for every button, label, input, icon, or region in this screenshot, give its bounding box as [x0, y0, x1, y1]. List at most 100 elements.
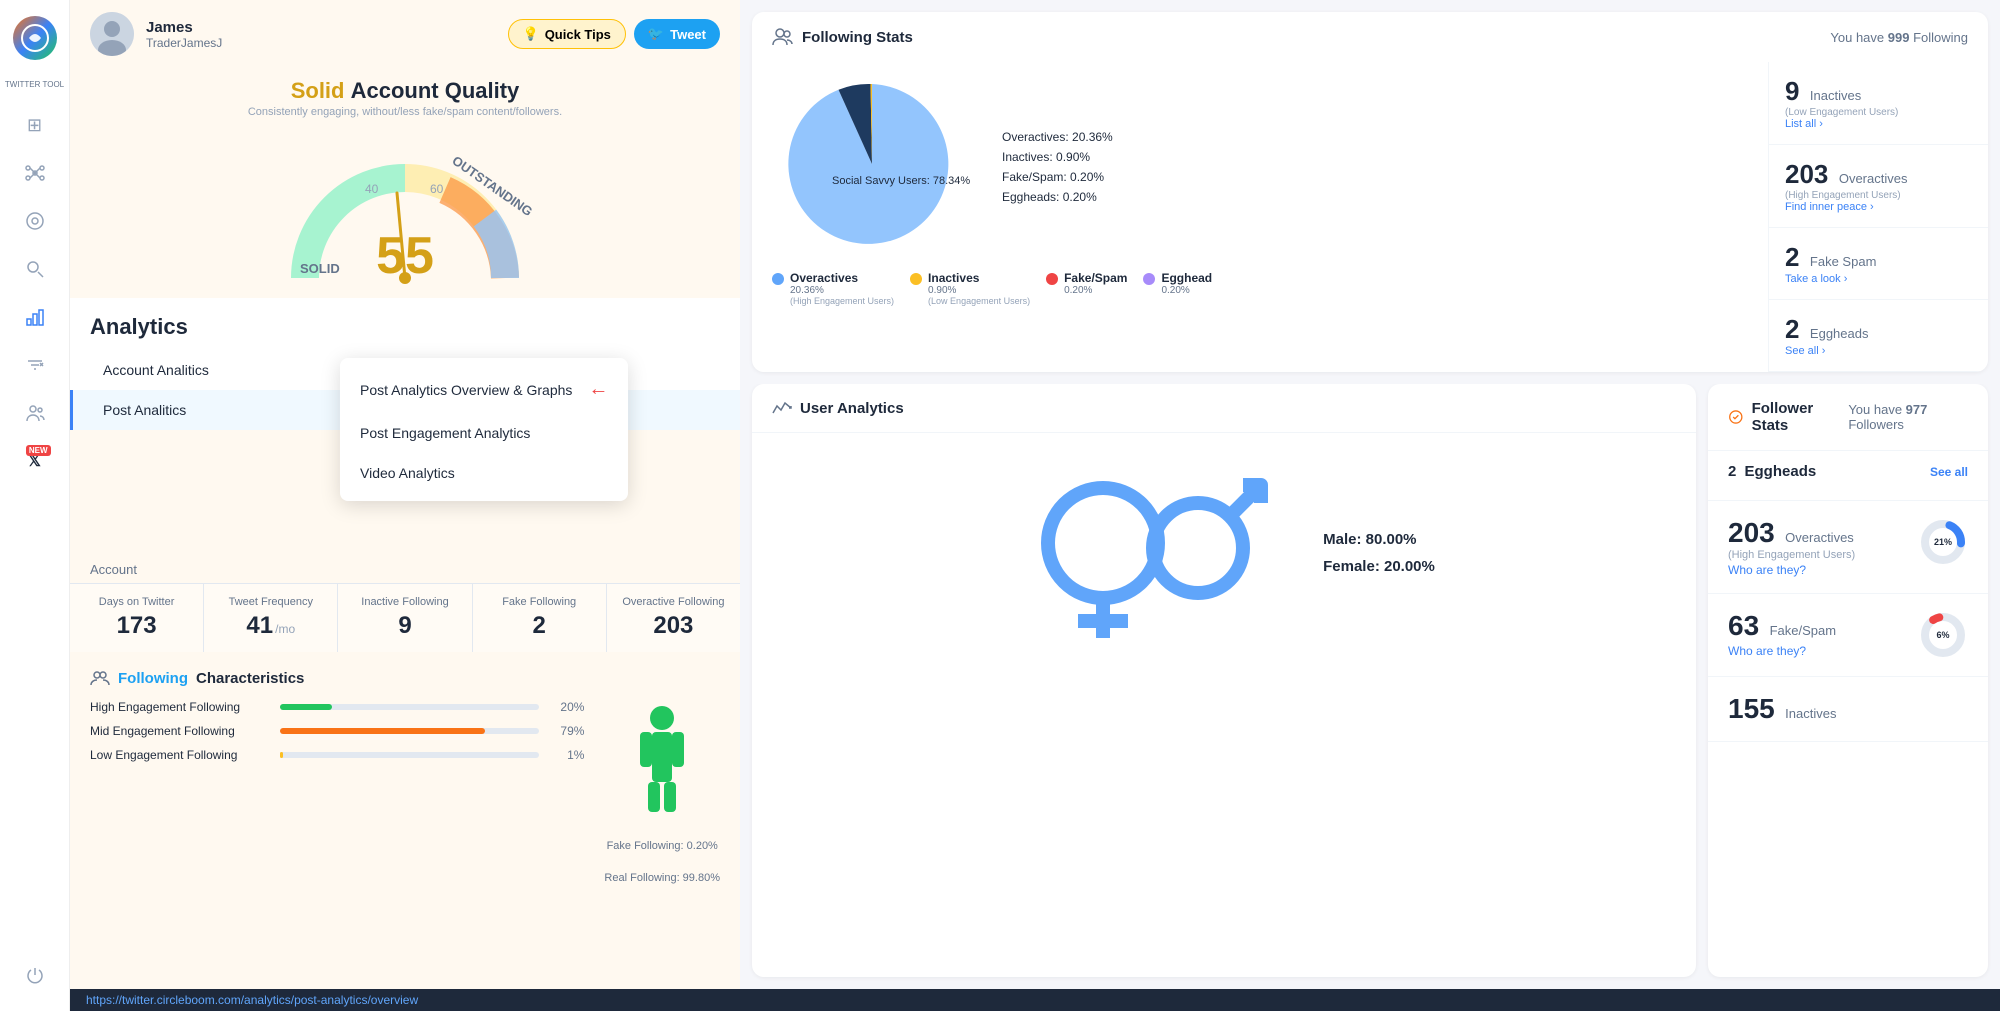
char-header: Following Characteristics — [90, 668, 720, 688]
user-handle: TraderJamesJ — [146, 36, 496, 50]
stat-days-on-twitter: Days on Twitter 173 — [70, 584, 203, 652]
following-stats-icon — [772, 26, 794, 48]
fs-stat-fake: 2 Fake Spam Take a look › — [1769, 228, 1988, 300]
left-panel: James TraderJamesJ 💡 Quick Tips 🐦 Tweet — [70, 0, 740, 989]
legend-pct-fake: 0.20% — [1064, 285, 1127, 296]
char-row-mid: Mid Engagement Following 79% — [90, 724, 584, 738]
pie-legend-fake: Fake/Spam: 0.20% — [1002, 170, 1113, 184]
gauge-chart: SOLID OUTSTANDING 40 60 55 — [245, 118, 565, 298]
stats-bar-title: Account — [70, 550, 740, 583]
fs-stat-link-fake[interactable]: Take a look › — [1785, 273, 1972, 285]
top-buttons: 💡 Quick Tips 🐦 Tweet — [508, 19, 721, 49]
sidebar-item-search[interactable] — [15, 249, 55, 289]
legend-inactives: Inactives 0.90% (Low Engagement Users) — [910, 271, 1030, 306]
following-stats-count: You have 999 Following — [1830, 30, 1968, 45]
legend-fake: Fake/Spam 0.20% — [1046, 271, 1127, 306]
tweet-button[interactable]: 🐦 Tweet — [634, 19, 720, 49]
sidebar-item-dashboard[interactable]: ⊞ — [15, 105, 55, 145]
fsr-link-fake[interactable]: Who are they? — [1728, 644, 1898, 658]
legend-pct-overactives: 20.36% — [790, 285, 894, 296]
real-label: Real Following: 99.80% — [604, 872, 720, 884]
char-bar-bg-mid — [280, 728, 539, 734]
svg-text:55: 55 — [376, 227, 434, 285]
following-stats-body: Social Savvy Users: 78.34% Overactives: … — [752, 62, 1988, 372]
pie-chart-svg: Social Savvy Users: 78.34% — [772, 74, 972, 254]
dropdown-label-engagement: Post Engagement Analytics — [360, 425, 530, 441]
sidebar-item-people[interactable] — [15, 393, 55, 433]
stat-label-overactive: Overactive Following — [617, 596, 730, 608]
sidebar-item-analytics[interactable] — [15, 297, 55, 337]
stat-label-fake: Fake Following — [483, 596, 596, 608]
fsr-left-fake: 63 Fake/Spam Who are they? — [1728, 610, 1898, 658]
person-figure-area: Fake Following: 0.20% Real Following: 99… — [604, 700, 720, 884]
char-label-low: Low Engagement Following — [90, 748, 270, 762]
char-bar-bg-high — [280, 704, 539, 710]
ua-icon — [772, 398, 792, 418]
stat-label-freq: Tweet Frequency — [214, 596, 327, 608]
char-bars: High Engagement Following 20% Mid Engage… — [90, 700, 584, 884]
dropdown-label-video: Video Analytics — [360, 465, 455, 481]
stat-overactive-following: Overactive Following 203 — [607, 584, 740, 652]
fsr-number-fake: 63 — [1728, 610, 1759, 641]
char-row-low: Low Engagement Following 1% — [90, 748, 584, 762]
fs-stat-lbl-eggheads: Eggheads — [1810, 326, 1869, 341]
fs-stat-link-inactives[interactable]: List all › — [1785, 118, 1972, 130]
gender-labels: Male: 80.00% Female: 20.00% — [1323, 531, 1435, 575]
sidebar: TWITTER TOOL ⊞ 𝕏 — [0, 0, 70, 1011]
dropdown-item-engagement[interactable]: Post Engagement Analytics — [340, 413, 628, 453]
right-content: Following Stats You have 999 Following — [740, 0, 2000, 989]
pie-legend-inactives: Inactives: 0.90% — [1002, 150, 1113, 164]
dropdown-item-overview[interactable]: Post Analytics Overview & Graphs ← — [340, 366, 628, 413]
legend-text-fake: Fake/Spam 0.20% — [1064, 271, 1127, 296]
fs-stat-sub-inactives: (Low Engagement Users) — [1785, 107, 1972, 118]
fsr-label-fake: Fake/Spam — [1770, 623, 1836, 638]
legend-dot-inactives — [910, 273, 922, 285]
char-row-high: High Engagement Following 20% — [90, 700, 584, 714]
sidebar-item-power[interactable] — [15, 955, 55, 995]
quick-tips-button[interactable]: 💡 Quick Tips — [508, 19, 626, 49]
mini-donut-label-fake: 6% — [1936, 630, 1949, 640]
stat-unit-freq: /mo — [275, 622, 295, 636]
fsr-left-inactives: 155 Inactives — [1728, 693, 1968, 725]
sidebar-item-network[interactable] — [15, 153, 55, 193]
legend-label-overactives: Overactives — [790, 271, 894, 285]
legend-pct-inactives: 0.90% — [928, 285, 1030, 296]
sidebar-item-x[interactable]: 𝕏 NEW — [15, 441, 55, 481]
arrow-icon: ← — [588, 378, 608, 401]
twitter-icon: 🐦 — [648, 26, 664, 42]
fsr-link-overactives[interactable]: Who are they? — [1728, 563, 1898, 577]
char-pct-low: 1% — [549, 748, 584, 762]
pie-bottom-legend: Overactives 20.36% (High Engagement User… — [772, 271, 1748, 306]
pie-legend: Overactives: 20.36% Inactives: 0.90% Fak… — [1002, 130, 1113, 204]
female-label: Female: 20.00% — [1323, 558, 1435, 575]
char-body: High Engagement Following 20% Mid Engage… — [90, 700, 720, 884]
char-label-mid: Mid Engagement Following — [90, 724, 270, 738]
fsr-right-fake: 6% — [1908, 610, 1968, 660]
dropdown-item-video[interactable]: Video Analytics — [340, 453, 628, 493]
left-topbar: James TraderJamesJ 💡 Quick Tips 🐦 Tweet — [70, 0, 740, 68]
legend-pct-egghead: 0.20% — [1161, 285, 1212, 296]
following-stats-title: Following Stats — [772, 26, 913, 48]
avatar — [90, 12, 134, 56]
stat-value-freq: 41 — [246, 612, 273, 640]
char-bar-fill-mid — [280, 728, 485, 734]
main-content: James TraderJamesJ 💡 Quick Tips 🐦 Tweet — [70, 0, 2000, 1011]
pie-chart-wrapper: Social Savvy Users: 78.34% — [772, 74, 972, 259]
analytics-nav: Analytics Account Analitics Post Analiti… — [70, 298, 740, 430]
stat-fake-following: Fake Following 2 — [473, 584, 606, 652]
eggheads-see-all[interactable]: See all — [1930, 465, 1968, 479]
fs-stat-lbl-inactives: Inactives — [1810, 88, 1861, 103]
sidebar-item-filter[interactable] — [15, 345, 55, 385]
fs-stat-sub-overactives: (High Engagement Users) — [1785, 190, 1972, 201]
sidebar-item-circle[interactable] — [15, 201, 55, 241]
content-area: James TraderJamesJ 💡 Quick Tips 🐦 Tweet — [70, 0, 2000, 989]
pie-chart-area: Social Savvy Users: 78.34% Overactives: … — [772, 74, 1748, 259]
stat-value-inactive: 9 — [348, 612, 461, 640]
user-info: James TraderJamesJ — [146, 19, 496, 50]
fs-stat-link-overactives[interactable]: Find inner peace › — [1785, 201, 1972, 213]
fs-stat-link-eggheads[interactable]: See all › — [1785, 345, 1972, 357]
mini-donut-fake: 6% — [1918, 610, 1968, 660]
status-url: https://twitter.circleboom.com/analytics… — [86, 993, 418, 1007]
follower-stats-icon — [1728, 408, 1744, 426]
pie-legend-eggheads: Eggheads: 0.20% — [1002, 190, 1113, 204]
